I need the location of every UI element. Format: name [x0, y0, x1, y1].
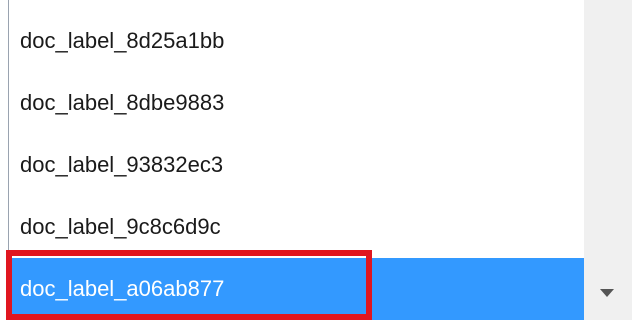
list-item-doc-label-93832ec3[interactable]: doc_label_93832ec3: [10, 134, 585, 196]
dropdown-list[interactable]: doc_label_8d25a1bb doc_label_8dbe9883 do…: [8, 0, 585, 320]
chevron-down-icon[interactable]: [600, 289, 614, 297]
list-item-doc-label-9c8c6d9c[interactable]: doc_label_9c8c6d9c: [10, 196, 585, 258]
list-item-doc-label-a06ab877[interactable]: doc_label_a06ab877: [10, 258, 585, 320]
list-item-doc-label-8d25a1bb[interactable]: doc_label_8d25a1bb: [10, 10, 585, 72]
dropdown-button-strip[interactable]: [584, 0, 632, 320]
list-item-doc-label-8dbe9883[interactable]: doc_label_8dbe9883: [10, 72, 585, 134]
